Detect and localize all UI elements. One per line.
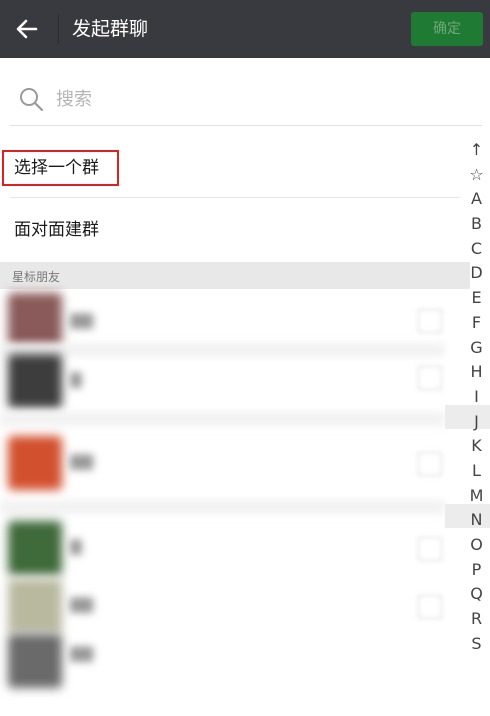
contact-row[interactable]: ▇▇ — [0, 630, 450, 716]
search-underline — [10, 125, 482, 126]
row-separator — [0, 500, 445, 514]
search-input[interactable] — [56, 86, 436, 112]
avatar — [8, 436, 62, 490]
face-to-face-group-option[interactable]: 面对面建群 — [0, 198, 470, 262]
index-letter[interactable]: L — [463, 459, 490, 484]
index-letter[interactable]: H — [463, 360, 490, 385]
contact-name: ▇ — [70, 537, 82, 555]
contact-name: ▇▇ — [70, 311, 94, 329]
page-title: 发起群聊 — [72, 18, 149, 40]
section-label: 星标朋友 — [12, 270, 61, 284]
select-checkbox[interactable] — [418, 309, 442, 333]
index-letter[interactable]: M — [463, 484, 490, 509]
avatar — [8, 579, 62, 633]
contact-name: ▇▇ — [70, 452, 94, 470]
top-bar: 发起群聊 确定 — [0, 0, 490, 58]
select-checkbox[interactable] — [418, 537, 442, 561]
index-letter[interactable]: E — [463, 286, 490, 311]
contact-name: ▇▇ — [70, 595, 94, 613]
index-letter[interactable]: Q — [463, 582, 490, 607]
contact-name: ▇▇ — [70, 644, 94, 662]
index-letter[interactable]: R — [463, 607, 490, 632]
index-letter[interactable]: ↑ — [463, 138, 490, 163]
index-letter[interactable]: ☆ — [463, 163, 490, 188]
avatar — [8, 634, 62, 688]
section-header-starred: 星标朋友 — [0, 262, 470, 289]
index-letter[interactable]: I — [463, 385, 490, 410]
avatar — [8, 354, 62, 408]
index-letter[interactable]: O — [463, 533, 490, 558]
index-letter[interactable]: P — [463, 558, 490, 583]
select-checkbox[interactable] — [418, 366, 442, 390]
index-letter[interactable]: A — [463, 187, 490, 212]
index-letter[interactable]: J — [463, 410, 490, 435]
confirm-button[interactable]: 确定 — [411, 12, 483, 46]
index-letter[interactable]: B — [463, 212, 490, 237]
highlight-box — [2, 150, 119, 186]
search-icon — [20, 88, 44, 112]
select-checkbox[interactable] — [418, 452, 442, 476]
contact-name: ▇ — [70, 370, 82, 388]
face-to-face-label: 面对面建群 — [14, 220, 99, 240]
avatar — [8, 293, 62, 347]
alphabet-index[interactable]: ↑ ☆ A B C D E F G H I J K L M N O P Q R S — [463, 138, 490, 658]
row-separator — [0, 412, 445, 426]
index-letter[interactable]: G — [463, 336, 490, 361]
index-letter[interactable]: D — [463, 261, 490, 286]
index-letter[interactable]: K — [463, 434, 490, 459]
select-checkbox[interactable] — [418, 595, 442, 619]
index-letter[interactable]: N — [463, 508, 490, 533]
index-letter[interactable]: C — [463, 237, 490, 262]
header-divider — [58, 14, 59, 44]
back-arrow-icon[interactable] — [14, 16, 40, 42]
index-letter[interactable]: S — [463, 632, 490, 657]
search-bar[interactable] — [10, 78, 480, 122]
avatar — [8, 521, 62, 575]
index-letter[interactable]: F — [463, 311, 490, 336]
